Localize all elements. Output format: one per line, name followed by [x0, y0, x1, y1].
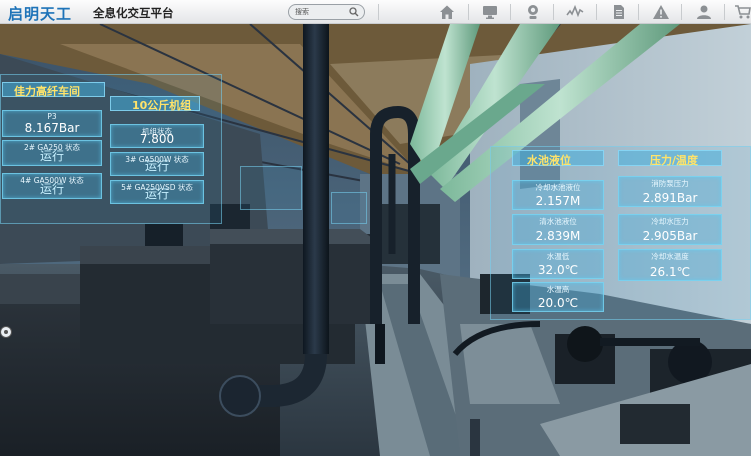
nav-monitor[interactable] [480, 2, 500, 22]
cart-icon [735, 5, 751, 19]
cell-value: 7.800 [139, 132, 175, 146]
cell-value: 2.157M [535, 194, 581, 208]
cell-label: 水温低 [546, 252, 570, 261]
divider [553, 4, 554, 20]
cell-value: 2.839M [535, 229, 581, 243]
cell-value: 20.0℃ [537, 296, 579, 310]
data-cell[interactable]: 水温低 32.0℃ [512, 249, 604, 279]
data-cell[interactable]: 机组状态 7.800 [110, 124, 204, 148]
home-icon [440, 5, 454, 19]
cell-value: 运行 [144, 159, 169, 173]
cell-label: 冷却水池液位 [535, 183, 581, 192]
cell-value: 运行 [39, 149, 64, 163]
data-cell[interactable]: 清水池液位 2.839M [512, 214, 604, 245]
settings-gear-icon[interactable] [0, 325, 14, 339]
nav-warning[interactable] [651, 2, 671, 22]
brand-logo: 启明天工 [8, 5, 73, 23]
divider [468, 4, 469, 20]
data-cell[interactable]: 消防泵压力 2.891Bar [618, 176, 722, 207]
nav-document[interactable] [609, 2, 629, 22]
data-cell[interactable]: 冷却水压力 2.905Bar [618, 214, 722, 245]
cell-label: 水温高 [546, 285, 570, 294]
top-bar: 启明天工 全息化交互平台 [0, 0, 751, 24]
divider [638, 4, 639, 20]
cell-value: 32.0℃ [537, 263, 579, 277]
monitor-icon [483, 6, 497, 19]
cell-value: 2.905Bar [642, 229, 698, 243]
nav-trend[interactable] [565, 2, 585, 22]
cell-value: 运行 [39, 182, 64, 196]
nav-camera[interactable] [523, 2, 543, 22]
nav-cart[interactable] [733, 2, 751, 22]
section-title-workshop: 佳力高纤车间 [14, 85, 80, 98]
data-cell[interactable]: 5# GA250VSD 状态 运行 [110, 180, 204, 204]
data-cell[interactable]: 冷却水池液位 2.157M [512, 180, 604, 210]
trend-chart-icon [566, 4, 584, 18]
platform-title: 全息化交互平台 [93, 6, 174, 20]
data-cell[interactable]: 3# GA500W 状态 运行 [110, 152, 204, 176]
cell-value: 运行 [144, 187, 169, 201]
cell-label: 冷却水温度 [651, 252, 689, 261]
camera-icon [528, 5, 538, 19]
divider [510, 4, 511, 20]
warning-icon [653, 5, 669, 19]
document-icon [614, 5, 624, 19]
section-title-pool-level: 水池液位 [527, 154, 571, 167]
search-input[interactable] [295, 6, 351, 18]
data-cell[interactable]: 冷却水温度 26.1℃ [618, 249, 722, 281]
cell-label: 清水池液位 [539, 217, 577, 226]
data-cell[interactable]: 水温高 20.0℃ [512, 282, 604, 312]
distant-holo-panel[interactable] [240, 166, 302, 210]
divider [724, 4, 725, 20]
data-cell[interactable]: 4# GA500W 状态 运行 [2, 173, 102, 199]
divider [681, 4, 682, 20]
data-cell[interactable]: P3 8.167Bar [2, 110, 102, 137]
cell-label: 冷却水压力 [651, 217, 689, 226]
nav-user[interactable] [694, 2, 714, 22]
user-icon [697, 5, 711, 19]
divider [378, 4, 379, 20]
cell-value: 8.167Bar [24, 121, 80, 135]
distant-holo-panel[interactable] [331, 192, 367, 224]
data-cell[interactable]: 2# GA250 状态 运行 [2, 140, 102, 166]
cell-value: 2.891Bar [642, 191, 698, 205]
section-title-pressure-temp: 压力/温度 [650, 154, 699, 167]
holo-panel-right[interactable]: 水池液位 压力/温度 冷却水池液位 2.157M 消防泵压力 2.891Bar … [490, 140, 751, 320]
section-title-unit: 10公斤机组 [132, 99, 192, 112]
cell-value: 26.1℃ [649, 265, 691, 279]
cell-label: P3 [47, 112, 57, 121]
search-box[interactable] [288, 4, 365, 20]
search-icon[interactable] [349, 7, 359, 17]
divider [596, 4, 597, 20]
nav-home[interactable] [437, 2, 457, 22]
cell-label: 消防泵压力 [651, 179, 689, 188]
holo-panel-left[interactable]: 佳力高纤车间 10公斤机组 P3 8.167Bar 机组状态 7.800 2# … [0, 74, 225, 224]
app-root: 启明天工 全息化交互平台 搜索 佳力高纤车间 10公斤机组 P3 8.167Ba… [0, 0, 751, 456]
